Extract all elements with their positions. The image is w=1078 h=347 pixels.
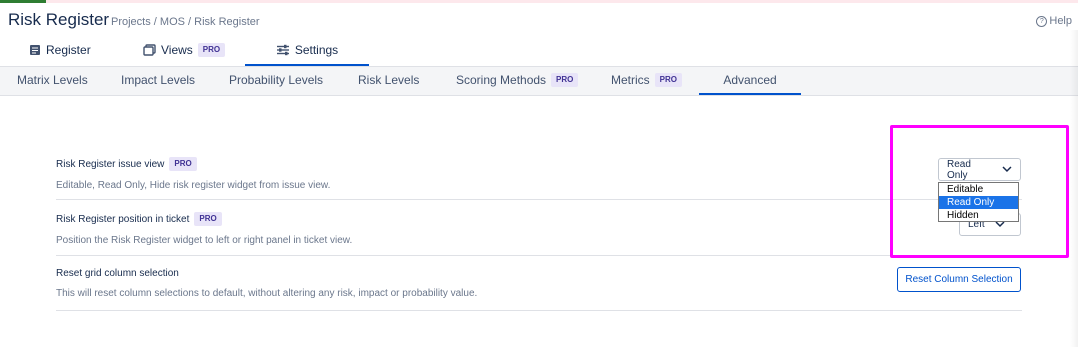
divider: [56, 255, 1022, 256]
subtab-risk-levels[interactable]: Risk Levels: [358, 67, 419, 93]
subtab-metrics[interactable]: Metrics PRO: [611, 67, 683, 93]
subtab-scoring-methods[interactable]: Scoring Methods PRO: [456, 67, 579, 93]
subtab-impact-levels[interactable]: Impact Levels: [121, 67, 195, 93]
pro-badge: PRO: [169, 157, 197, 171]
pro-badge: PRO: [194, 212, 222, 226]
pro-badge: PRO: [551, 73, 579, 87]
divider: [56, 310, 1022, 311]
setting-description: This will reset column selections to def…: [56, 288, 478, 299]
top-progress-strip: [0, 0, 1078, 3]
tab-register[interactable]: Register: [29, 36, 99, 64]
setting-title-text: Reset grid column selection: [56, 268, 179, 279]
views-icon: [143, 44, 156, 56]
setting-description: Editable, Read Only, Hide risk register …: [56, 180, 331, 191]
tab-settings-label: Settings: [294, 43, 339, 57]
subtab-label: Probability Levels: [229, 73, 324, 87]
setting-title: Reset grid column selection: [56, 268, 1020, 279]
subtab-probability-levels[interactable]: Probability Levels: [229, 67, 323, 93]
top-accent-bar: [0, 0, 46, 3]
settings-subtabs: Matrix Levels Impact Levels Probability …: [0, 66, 1078, 96]
setting-description: Position the Risk Register widget to lef…: [56, 235, 353, 246]
subtab-label: Advanced: [723, 73, 777, 87]
settings-sliders-icon: [276, 44, 289, 56]
setting-title: Risk Register issue view PRO: [56, 157, 1020, 171]
tab-settings[interactable]: Settings: [245, 36, 369, 66]
subtab-label: Risk Levels: [358, 73, 420, 87]
register-icon: [30, 45, 40, 55]
setting-title-text: Risk Register position in ticket: [56, 213, 190, 225]
setting-title: Risk Register position in ticket PRO: [56, 212, 1020, 226]
tab-register-label: Register: [46, 43, 91, 57]
setting-title-text: Risk Register issue view: [56, 158, 165, 170]
subtab-advanced[interactable]: Advanced: [699, 67, 801, 95]
setting-reset-columns: Reset grid column selection This will re…: [56, 268, 1020, 299]
subtab-label: Matrix Levels: [17, 73, 88, 87]
setting-position-in-ticket: Risk Register position in ticket PRO Pos…: [56, 212, 1020, 246]
tab-views-label: Views: [161, 43, 193, 57]
setting-issue-view: Risk Register issue view PRO Editable, R…: [56, 157, 1020, 191]
page-title: Risk Register: [8, 10, 110, 29]
divider: [56, 199, 1022, 200]
pro-badge: PRO: [654, 73, 683, 87]
main-tabs: Register Views PRO Settings: [0, 36, 1078, 66]
subtab-label: Scoring Methods: [456, 73, 547, 87]
breadcrumb[interactable]: Projects / MOS / Risk Register: [111, 16, 260, 28]
help-label: Help: [1049, 15, 1072, 27]
help-icon: ?: [1036, 15, 1048, 27]
tab-views[interactable]: Views PRO: [143, 36, 233, 64]
subtab-label: Metrics: [611, 73, 650, 87]
subtab-matrix-levels[interactable]: Matrix Levels: [17, 67, 88, 93]
help-link[interactable]: ? Help: [1036, 15, 1072, 27]
reset-column-selection-button[interactable]: Reset Column Selection: [897, 267, 1021, 292]
pro-badge: PRO: [197, 43, 226, 57]
annotation-highlight-box: [890, 125, 1069, 258]
subtab-label: Impact Levels: [121, 73, 196, 87]
scroll-shadow: [1070, 30, 1078, 347]
